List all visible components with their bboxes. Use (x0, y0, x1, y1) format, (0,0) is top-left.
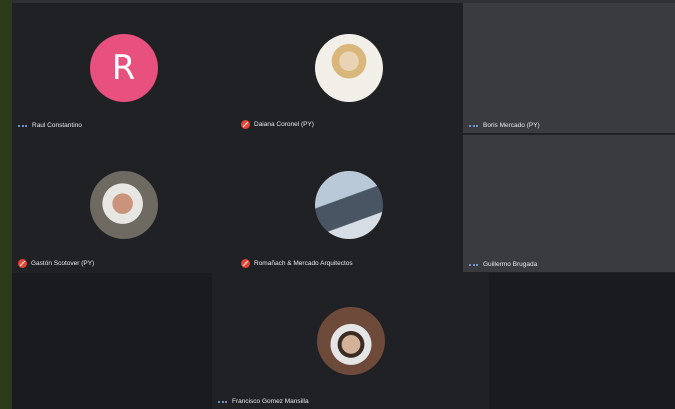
participant-name: Gastón Scotover (PY) (31, 260, 95, 267)
tile-francisco-gomez-mansilla[interactable]: Francisco Gomez Mansilla (212, 273, 489, 409)
name-row: Raul Constantino (18, 122, 82, 129)
avatar (89, 170, 158, 239)
participant-name: Romañach & Mercado Arquitectos (254, 260, 353, 267)
tile-daiana-coronel[interactable]: Daiana Coronel (PY) (235, 3, 463, 133)
tile-guillermo-brugada[interactable]: Guillermo Brugada (463, 135, 675, 272)
mic-off-icon (18, 259, 27, 268)
tile-gaston-scotover[interactable]: Gastón Scotover (PY) (12, 137, 235, 272)
avatar (315, 170, 383, 239)
speaking-indicator-icon (218, 400, 228, 403)
participant-name: Raul Constantino (32, 122, 82, 129)
participant-name: Boris Mercado (PY) (483, 122, 540, 129)
avatar (315, 34, 383, 102)
empty-tile-right (489, 273, 675, 409)
participant-name: Daiana Coronel (PY) (254, 121, 314, 128)
name-row: Boris Mercado (PY) (469, 122, 540, 129)
name-row: Francisco Gomez Mansilla (218, 398, 309, 405)
tile-boris-mercado[interactable]: Boris Mercado (PY) (463, 3, 675, 133)
name-row: Guillermo Brugada (469, 261, 537, 268)
empty-tile-left (12, 273, 212, 409)
tile-romanach-mercado[interactable]: Romañach & Mercado Arquitectos (235, 137, 463, 272)
window-left-edge (0, 0, 12, 409)
avatar (316, 307, 385, 375)
participant-name: Francisco Gomez Mansilla (232, 398, 309, 405)
name-row: Daiana Coronel (PY) (241, 120, 314, 129)
participant-name: Guillermo Brugada (483, 261, 538, 268)
speaking-indicator-icon (18, 124, 28, 127)
tile-raul-constantino[interactable]: R Raul Constantino (12, 3, 235, 133)
mic-off-icon (241, 120, 250, 129)
mic-off-icon (241, 259, 250, 268)
avatar: R (89, 34, 158, 102)
name-row: Gastón Scotover (PY) (18, 259, 94, 268)
speaking-indicator-icon (469, 124, 479, 127)
name-row: Romañach & Mercado Arquitectos (241, 259, 353, 268)
speaking-indicator-icon (469, 263, 479, 266)
